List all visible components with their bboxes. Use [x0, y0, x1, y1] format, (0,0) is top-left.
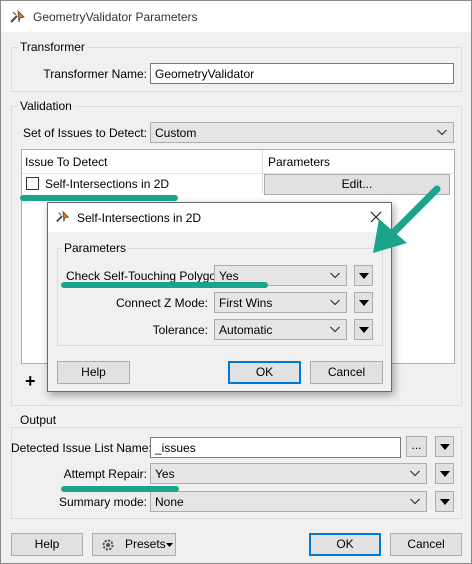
triangle-down-icon: [440, 471, 450, 477]
issue-list-menu-button[interactable]: [435, 436, 454, 457]
window-title: GeometryValidator Parameters: [33, 10, 198, 24]
dialog-cancel-button[interactable]: Cancel: [310, 361, 383, 384]
geometry-validator-window: GeometryValidator Parameters Transformer…: [0, 0, 472, 564]
chevron-down-icon: [330, 299, 340, 306]
triangle-down-icon: [440, 499, 450, 505]
chevron-down-icon: [330, 272, 340, 279]
presets-button[interactable]: Presets: [92, 533, 176, 556]
add-issue-button[interactable]: +: [25, 372, 36, 390]
highlight-underline-repair: [61, 486, 179, 492]
checkbox-icon[interactable]: [26, 177, 39, 190]
summary-mode-label: Summary mode:: [58, 495, 147, 509]
highlight-underline-check: [61, 282, 268, 288]
dialog-title: Self-Intersections in 2D: [77, 211, 202, 225]
dialog-ok-button[interactable]: OK: [228, 361, 301, 384]
attempt-repair-menu-button[interactable]: [435, 463, 454, 484]
summary-mode-select[interactable]: None: [150, 491, 427, 512]
output-group-label: Output: [18, 413, 59, 427]
chevron-down-icon: [410, 498, 420, 505]
issue-list-name-label: Detected Issue List Name:: [11, 441, 152, 455]
issues-set-label: Set of Issues to Detect:: [22, 126, 147, 140]
tolerance-value: Automatic: [219, 323, 273, 337]
validation-group-label: Validation: [18, 99, 74, 113]
connect-z-mode-select[interactable]: First Wins: [214, 292, 347, 313]
annotation-arrow-icon: [373, 185, 441, 253]
chevron-down-icon: [330, 326, 340, 333]
triangle-down-icon: [359, 327, 369, 333]
fme-app-icon: [55, 209, 71, 228]
column-header-issue: Issue To Detect: [25, 155, 108, 169]
tolerance-label: Tolerance:: [152, 323, 208, 337]
connect-z-mode-label: Connect Z Mode:: [115, 296, 208, 310]
connect-z-mode-menu-button[interactable]: [354, 292, 373, 313]
check-self-touching-menu-button[interactable]: [354, 265, 373, 286]
summary-mode-menu-button[interactable]: [435, 491, 454, 512]
transformer-name-input[interactable]: GeometryValidator: [150, 63, 454, 84]
chevron-down-icon: [410, 470, 420, 477]
gear-icon: [102, 539, 114, 551]
dialog-help-button[interactable]: Help: [57, 361, 130, 384]
triangle-down-icon: [166, 543, 173, 547]
issues-set-value: Custom: [155, 126, 197, 140]
triangle-down-icon: [440, 444, 450, 450]
attempt-repair-value: Yes: [155, 467, 175, 481]
chevron-down-icon: [437, 129, 447, 136]
check-self-touching-value: Yes: [219, 269, 239, 283]
triangle-down-icon: [359, 300, 369, 306]
help-button[interactable]: Help: [11, 533, 83, 556]
attempt-repair-label: Attempt Repair:: [63, 467, 147, 481]
column-header-parameters: Parameters: [268, 155, 331, 169]
presets-label: Presets: [125, 537, 166, 551]
dialog-parameters-label: Parameters: [62, 241, 129, 255]
issue-row-label: Self-Intersections in 2D: [45, 177, 170, 191]
triangle-down-icon: [359, 273, 369, 279]
transformer-group-label: Transformer: [18, 40, 87, 54]
cancel-button[interactable]: Cancel: [390, 533, 462, 556]
title-bar: GeometryValidator Parameters: [1, 1, 471, 32]
tolerance-select[interactable]: Automatic: [214, 319, 347, 340]
dialog-title-bar: Self-Intersections in 2D: [48, 203, 391, 232]
connect-z-mode-value: First Wins: [219, 296, 273, 310]
highlight-underline-issue: [20, 195, 178, 201]
self-intersections-dialog: Self-Intersections in 2D Parameters Chec…: [47, 202, 392, 392]
fme-app-icon: [9, 8, 27, 26]
attempt-repair-select[interactable]: Yes: [150, 463, 427, 484]
ellipsis-button[interactable]: ...: [406, 436, 427, 457]
tolerance-menu-button[interactable]: [354, 319, 373, 340]
check-self-touching-label: Check Self-Touching Polygon:: [66, 269, 227, 283]
issues-set-select[interactable]: Custom: [150, 122, 454, 143]
ok-button[interactable]: OK: [309, 533, 381, 556]
summary-mode-value: None: [155, 495, 184, 509]
issue-list-name-input[interactable]: _issues: [150, 437, 401, 458]
transformer-name-label: Transformer Name:: [43, 67, 147, 81]
